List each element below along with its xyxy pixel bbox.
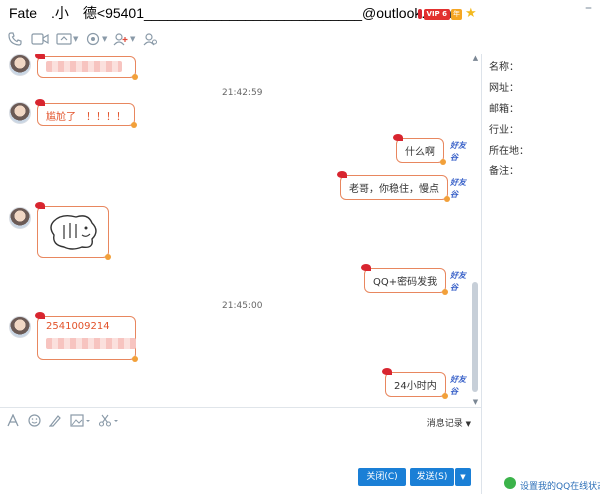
message-text: 24小时内	[394, 381, 437, 392]
input-toolbar: 消息记录 ▼	[0, 407, 481, 435]
peer-message-bubble: 2541009214	[35, 312, 138, 362]
title-bar: Fate .小 德<95401_________________________…	[0, 0, 600, 26]
emoji-icon[interactable]	[28, 414, 41, 430]
screenshot-icon[interactable]	[98, 414, 120, 430]
field-name-label: 名称：	[489, 62, 519, 73]
vip-badge[interactable]: VIP 6 年	[418, 8, 462, 20]
minimize-button[interactable]: –	[585, 0, 592, 16]
message-text: 尴尬了 ！！！！	[46, 112, 126, 123]
sticker-image	[50, 214, 97, 250]
remote-assist-icon[interactable]: ▼	[85, 30, 107, 48]
timestamp: 21:42:59	[222, 88, 263, 98]
message-text: QQ+密码发我	[373, 277, 438, 288]
set-online-status-link[interactable]: 设置我的QQ在线状态	[520, 479, 600, 492]
share-screen-icon[interactable]: ▼	[56, 30, 78, 48]
peer-avatar[interactable]	[9, 54, 31, 76]
self-message-bubble: QQ+密码发我	[360, 264, 449, 295]
close-button[interactable]: 关闭(C)	[358, 468, 406, 486]
timestamp: 21:45:00	[222, 301, 263, 311]
self-badge: 好友谷	[450, 178, 466, 199]
image-icon[interactable]	[70, 414, 92, 430]
self-message-bubble: 什么啊	[393, 134, 446, 165]
peer-avatar[interactable]	[9, 207, 31, 229]
qq-chat-window: { "title": "Fate\u3000.\u5c0f\u3000\u5fb…	[0, 0, 600, 494]
peer-avatar[interactable]	[9, 102, 31, 124]
self-message-bubble: 24小时内	[382, 368, 448, 399]
send-button[interactable]: 发送(S)	[410, 468, 454, 486]
field-location-label: 所在地：	[489, 146, 529, 157]
chevron-down-icon: ▼	[465, 420, 471, 428]
field-website-label: 网址：	[489, 83, 519, 94]
redacted-text	[46, 338, 136, 349]
field-email-label: 邮箱：	[489, 104, 519, 115]
redacted-text	[46, 61, 122, 72]
peer-message-bubble	[35, 54, 138, 80]
self-message-bubble: 老哥，你稳住，慢点	[337, 171, 450, 202]
star-icon[interactable]: ★	[465, 6, 477, 21]
chat-history[interactable]: 21:42:59 尴尬了 ！！！！ 什么啊 好友谷 老哥，你稳住，慢点 好友谷 …	[0, 54, 481, 406]
chat-scrollbar[interactable]: ▲ ▼	[471, 54, 480, 406]
contact-name: Fate .小 德<95401_________________________…	[9, 5, 460, 21]
self-badge: 好友谷	[450, 141, 466, 162]
more-apps-icon[interactable]	[142, 30, 158, 48]
contact-info-panel: 名称： 网址： 邮箱： 行业： 所在地： 备注：	[481, 54, 600, 494]
message-text: 老哥，你稳住，慢点	[349, 184, 439, 195]
phone-icon[interactable]	[8, 30, 22, 48]
peer-avatar[interactable]	[9, 316, 31, 338]
scroll-thumb[interactable]	[472, 282, 478, 392]
scroll-down-arrow-icon[interactable]: ▼	[471, 398, 480, 406]
message-input[interactable]	[0, 435, 481, 467]
message-history-button[interactable]: 消息记录 ▼	[427, 416, 471, 429]
self-badge: 好友谷	[450, 271, 466, 292]
online-status-icon	[504, 477, 516, 489]
scribble-icon[interactable]	[48, 414, 62, 430]
message-text: 什么啊	[405, 147, 435, 158]
crown-icon	[418, 9, 422, 19]
scroll-up-arrow-icon[interactable]: ▲	[471, 54, 480, 62]
send-options-chevron-down-icon[interactable]: ▼	[455, 468, 471, 486]
peer-message-bubble: 尴尬了 ！！！！	[35, 99, 137, 128]
video-icon[interactable]	[31, 30, 49, 48]
font-icon[interactable]	[7, 413, 19, 430]
peer-image-bubble[interactable]	[35, 202, 111, 260]
field-note-label: 备注：	[489, 166, 519, 177]
field-industry-label: 行业：	[489, 125, 519, 136]
message-text: 2541009214	[46, 321, 110, 332]
add-member-icon[interactable]: ▼	[113, 30, 135, 48]
chat-toolbar: ▼ ▼ ▼	[0, 28, 600, 52]
self-badge: 好友谷	[450, 375, 466, 396]
